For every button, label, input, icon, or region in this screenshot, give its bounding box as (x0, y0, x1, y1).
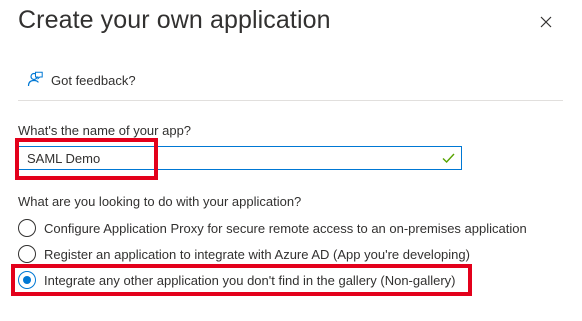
checkmark-icon (442, 153, 455, 164)
radio-button-selected[interactable] (18, 271, 36, 289)
close-icon (540, 16, 552, 28)
create-application-panel: Create your own application Got feedback… (0, 0, 582, 321)
radio-option-non-gallery[interactable]: Integrate any other application you don'… (18, 270, 456, 290)
radio-button[interactable] (18, 219, 36, 237)
radio-selected-dot (23, 276, 31, 284)
feedback-link[interactable]: Got feedback? (24, 70, 136, 90)
radio-option-app-proxy[interactable]: Configure Application Proxy for secure r… (18, 218, 527, 238)
header-divider (18, 100, 563, 101)
app-name-label: What's the name of your app? (18, 123, 192, 138)
radio-button[interactable] (18, 245, 36, 263)
panel-title: Create your own application (18, 6, 331, 34)
radio-option-register-app[interactable]: Register an application to integrate wit… (18, 244, 470, 264)
purpose-question: What are you looking to do with your app… (18, 194, 302, 209)
radio-label: Register an application to integrate wit… (44, 246, 470, 262)
close-button[interactable] (534, 10, 558, 34)
app-name-field[interactable] (18, 146, 462, 170)
feedback-label: Got feedback? (51, 72, 136, 88)
radio-label: Configure Application Proxy for secure r… (44, 220, 527, 236)
app-name-input[interactable] (19, 147, 461, 169)
feedback-icon (27, 71, 43, 87)
radio-label: Integrate any other application you don'… (44, 272, 456, 288)
